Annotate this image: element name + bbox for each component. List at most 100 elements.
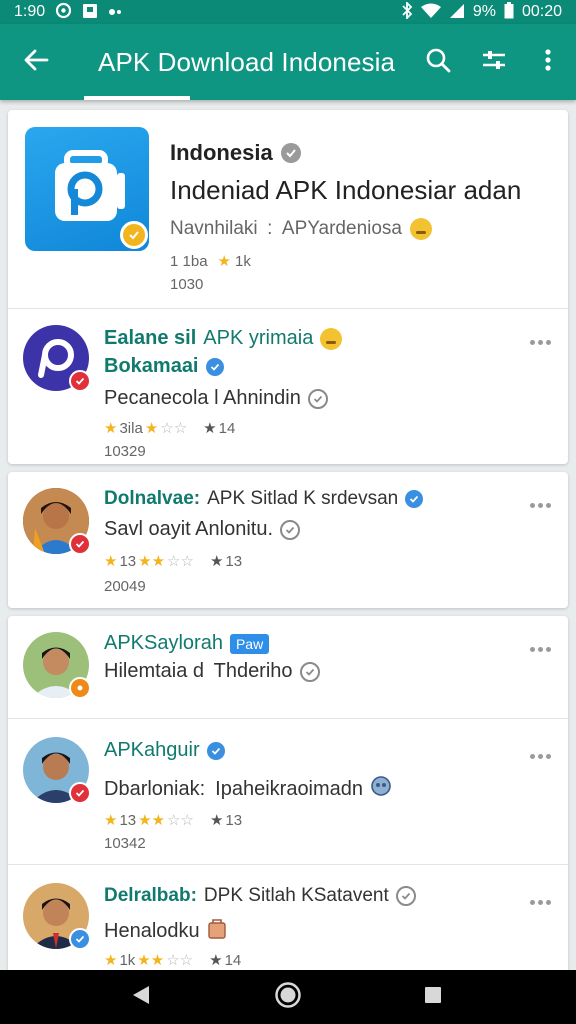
system-nav-bar <box>0 970 576 1024</box>
item-rating: 13 <box>119 552 137 570</box>
status-bar: 1:90 9% 00:20 <box>0 0 576 24</box>
item-stats: ★ 13 ★★ ☆☆ ★ 13 <box>104 811 242 830</box>
more-button[interactable] <box>526 893 554 911</box>
verified-icon <box>206 741 225 760</box>
cast-icon <box>108 5 122 20</box>
item-description-text: Dbarloniak: Ipaheikraoimadn <box>104 777 364 800</box>
page-title: APK Download Indonesia <box>98 47 396 77</box>
featured-badge <box>120 221 148 249</box>
item-stats: ★ 13 ★★ ☆☆ ★ 13 <box>104 552 243 571</box>
more-button[interactable] <box>526 747 554 765</box>
verified-icon <box>205 357 224 376</box>
check-icon <box>299 661 320 682</box>
star-icon: ★★ <box>138 553 166 570</box>
item-description-text: Henalodku <box>104 919 200 942</box>
verified-badge-icon <box>69 533 91 555</box>
list-item[interactable]: Delralbab: DPK Sitlah KSatavent Henalodk… <box>8 865 568 976</box>
star-icon: ★ <box>104 952 118 969</box>
item-stats: ★ 1k ★★ ☆☆ ★ 14 <box>104 951 242 970</box>
more-button[interactable] <box>526 640 554 658</box>
star-empty-icon: ☆☆ <box>167 812 194 829</box>
item-subname: Bokamaai <box>104 355 224 378</box>
list-item[interactable]: Ealane sil APK yrimaia Bokamaai Pecaneco… <box>8 309 568 464</box>
check-icon <box>395 886 416 906</box>
item-name-text: APKahguir <box>104 739 200 761</box>
item-subname-text: Bokamaai <box>104 355 199 377</box>
verified-icon <box>405 490 424 508</box>
star-icon: ★★ <box>137 952 165 969</box>
featured-downloads: 1k <box>235 252 251 270</box>
item-name: APKSaylorah Paw <box>104 632 270 655</box>
emoji-icon <box>320 327 343 350</box>
notification-icon <box>82 3 98 22</box>
item-count: 10329 <box>104 443 146 460</box>
more-button[interactable] <box>526 496 554 514</box>
star-icon: ★ <box>209 553 224 570</box>
overflow-menu-icon <box>544 48 552 77</box>
star-icon: ★ <box>104 812 118 829</box>
status-time-right: 00:20 <box>521 3 562 20</box>
back-nav-button[interactable] <box>126 982 156 1012</box>
item-description: Henalodku <box>104 917 227 945</box>
featured-rating: 1 1ba <box>170 252 208 270</box>
item-tag: Paw <box>229 633 270 654</box>
recents-nav-button[interactable] <box>418 982 448 1012</box>
item-rating: 13 <box>119 811 137 829</box>
list-item[interactable]: APKahguir Dbarloniak: Ipaheikraoimadn ★ … <box>8 719 568 864</box>
item-name: APKahguir <box>104 739 225 762</box>
item-reviews: 14 <box>218 419 236 437</box>
featured-name-row: Indonesia <box>170 140 301 166</box>
item-description: Savl oayit Anlonitu. <box>104 518 300 541</box>
featured-subtitle: Navnhilaki : APYardeniosa <box>170 218 402 239</box>
avatar <box>23 883 91 950</box>
bag-icon <box>207 917 227 945</box>
signal-icon <box>449 3 465 22</box>
item-stats: ★ 3ila ★ ☆☆ ★ 14 <box>104 419 236 438</box>
back-button[interactable] <box>18 44 54 80</box>
verified-icon <box>280 143 301 163</box>
item-count: 20049 <box>104 578 146 595</box>
tab-indicator <box>84 96 190 100</box>
star-icon: ★ <box>144 420 159 437</box>
wifi-icon <box>420 3 441 22</box>
item-name-bold: Ealane sil <box>104 327 197 349</box>
star-empty-icon: ☆☆ <box>167 553 194 570</box>
bluetooth-icon <box>401 0 413 22</box>
verified-badge-icon <box>69 782 91 804</box>
item-description: Dbarloniak: Ipaheikraoimadn <box>104 775 392 803</box>
item-name: Delralbab: DPK Sitlah KSatavent <box>104 885 416 907</box>
featured-subtitle-row: Navnhilaki : APYardeniosa <box>170 218 432 240</box>
back-nav-icon <box>130 984 152 1011</box>
item-rating: 1k <box>119 951 136 969</box>
more-button[interactable] <box>526 333 554 351</box>
item-name-rest: APK yrimaia <box>203 327 314 349</box>
item-name-rest: DPK Sitlah KSatavent <box>203 885 389 906</box>
star-empty-icon: ☆☆ <box>160 420 188 437</box>
star-icon: ★ <box>104 420 118 437</box>
item-name-text: APKSaylorah <box>104 632 223 654</box>
verified-badge-icon <box>69 677 91 699</box>
star-icon: ★ <box>104 553 118 570</box>
search-button[interactable] <box>420 44 456 80</box>
home-nav-icon <box>274 981 302 1014</box>
item-name-bold: Delralbab: <box>104 885 197 906</box>
avatar <box>23 488 91 555</box>
home-nav-button[interactable] <box>273 981 303 1014</box>
battery-icon <box>504 2 514 22</box>
emoji-icon <box>410 218 432 240</box>
item-reviews: 14 <box>224 951 242 969</box>
item-reviews: 13 <box>225 552 243 570</box>
list-item[interactable]: Dolnalvae: APK Sitlad K srdevsan Savl oa… <box>8 472 568 608</box>
featured-stats: 1 1ba ★ 1k <box>170 252 251 271</box>
recents-nav-icon <box>422 984 444 1011</box>
filter-button[interactable] <box>476 44 512 80</box>
item-description-text: Savl oayit Anlonitu. <box>104 518 273 540</box>
avatar <box>23 325 91 392</box>
item-name: Ealane sil APK yrimaia <box>104 327 343 350</box>
featured-app[interactable]: Indonesia Indeniad APK Indonesiar adan N… <box>8 110 568 308</box>
filter-icon <box>481 47 507 78</box>
list-item[interactable]: APKSaylorah Paw Hilemtaia d Thderiho <box>8 616 568 718</box>
app-bar: APK Download Indonesia <box>0 24 576 100</box>
featured-title: Indeniad APK Indonesiar adan <box>170 175 522 205</box>
overflow-menu-button[interactable] <box>530 44 566 80</box>
